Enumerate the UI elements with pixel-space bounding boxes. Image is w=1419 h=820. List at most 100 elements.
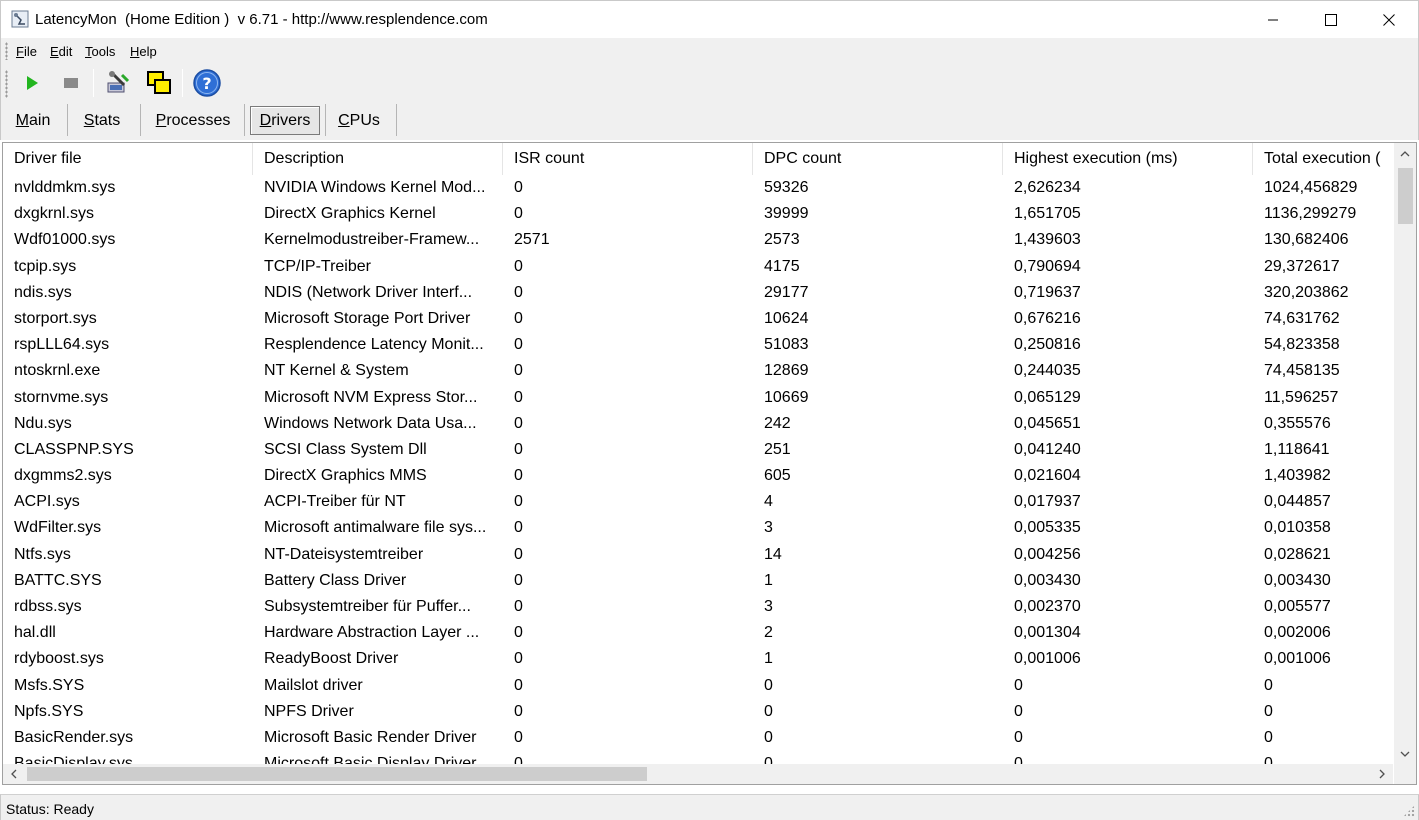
column-header-description[interactable]: Description [253, 143, 503, 175]
tab-processes-mnemonic: P [155, 111, 167, 129]
cell-description: NT Kernel & System [264, 362, 409, 380]
table-row[interactable]: tcpip.sys TCP/IP-Treiber 0 4175 0,790694 29,3… [3, 254, 1393, 280]
cell-dpc-count: 12869 [764, 362, 809, 380]
close-button[interactable] [1360, 1, 1418, 39]
table-row[interactable]: Ndu.sys Windows Network Data Usa... 0 242 0,… [3, 411, 1393, 437]
table-row[interactable]: WdFilter.sys Microsoft antimalware file s… [3, 515, 1393, 541]
table-row[interactable]: rdbss.sys Subsystemtreiber für Puffer... 0… [3, 594, 1393, 620]
scroll-left-button[interactable] [3, 764, 25, 784]
cell-highest-execution: 0 [1014, 676, 1023, 694]
table-row[interactable]: Npfs.SYS NPFS Driver 0 0 0 0 [3, 699, 1393, 725]
table-row[interactable]: storport.sys Microsoft Storage Port Drive… [3, 306, 1393, 332]
tab-stats-label: tats [94, 111, 121, 129]
cell-driver-file: WdFilter.sys [14, 519, 102, 537]
vertical-scroll-thumb[interactable] [1398, 168, 1413, 224]
driver-tools-icon [107, 71, 130, 93]
table-row[interactable]: Ntfs.sys NT-Dateisystemtreiber 0 14 0,004256… [3, 542, 1393, 568]
cell-description: DirectX Graphics Kernel [264, 205, 436, 223]
table-row[interactable]: BATTC.SYS Battery Class Driver 0 1 0,003430 0… [3, 568, 1393, 594]
table-row[interactable]: Wdf01000.sys Kernelmodustreiber-Framew...… [3, 227, 1393, 253]
cell-total-execution: 0,002006 [1264, 624, 1331, 642]
table-row[interactable]: stornvme.sys Microsoft NVM Express Stor..… [3, 385, 1393, 411]
tab-stats[interactable]: Stats [71, 106, 133, 135]
minimize-button[interactable] [1244, 1, 1302, 39]
menu-help[interactable]: Help [130, 44, 157, 59]
cell-driver-file: ACPI.sys [14, 493, 80, 511]
menu-file[interactable]: File [16, 44, 37, 59]
tab-cpus[interactable]: C PUs [329, 106, 389, 135]
cell-driver-file: Ndu.sys [14, 414, 72, 432]
table-row[interactable]: rdyboost.sys ReadyBoost Driver 0 1 0,001006 0… [3, 646, 1393, 672]
cell-driver-file: storport.sys [14, 309, 97, 327]
cell-total-execution: 1,403982 [1264, 467, 1331, 485]
table-row[interactable]: BasicDisplay.sys Microsoft Basic Display … [3, 751, 1393, 765]
tab-drivers[interactable]: Drivers [250, 106, 320, 135]
cell-description: DirectX Graphics MMS [264, 467, 427, 485]
cell-total-execution: 0,010358 [1264, 519, 1331, 537]
table-row[interactable]: hal.dll Hardware Abstraction Layer ... 0 2 0… [3, 620, 1393, 646]
cell-total-execution: 0,005577 [1264, 598, 1331, 615]
scroll-up-button[interactable] [1394, 143, 1416, 165]
maximize-icon [1325, 14, 1337, 26]
cell-description: Microsoft NVM Express Stor... [264, 388, 478, 406]
menu-edit[interactable]: Edit [50, 44, 72, 59]
cell-isr-count: 0 [514, 598, 523, 615]
table-row[interactable]: ACPI.sys ACPI-Treiber für NT 0 4 0,017937 0,0… [3, 489, 1393, 515]
cell-isr-count: 0 [514, 728, 523, 746]
table-row[interactable]: dxgkrnl.sys DirectX Graphics Kernel 0 39999… [3, 201, 1393, 227]
driver-tools-button[interactable] [103, 68, 133, 98]
column-header-highest-execution[interactable]: Highest execution (ms) [1003, 143, 1253, 175]
tab-main[interactable]: Main [3, 106, 63, 135]
table-row[interactable]: ndis.sys NDIS (Network Driver Interf... 0 2… [3, 280, 1393, 306]
cell-driver-file: CLASSPNP.SYS [14, 440, 134, 458]
column-header-driver-file[interactable]: Driver file [3, 143, 253, 175]
cell-total-execution: 0,355576 [1264, 414, 1331, 432]
cell-driver-file: stornvme.sys [14, 388, 109, 406]
scroll-right-button[interactable] [1371, 764, 1393, 784]
table-row[interactable]: Msfs.SYS Mailslot driver 0 0 0 0 [3, 673, 1393, 699]
vertical-scrollbar[interactable] [1394, 143, 1416, 765]
cell-highest-execution: 0,045651 [1014, 414, 1081, 432]
cell-total-execution: 0 [1264, 702, 1273, 720]
tab-cpus-label: PUs [349, 111, 380, 129]
column-header-isr-count[interactable]: ISR count [503, 143, 753, 175]
table-row[interactable]: ntoskrnl.exe NT Kernel & System 0 12869 0,24… [3, 358, 1393, 384]
start-icon [27, 76, 38, 90]
cell-total-execution: 0,001006 [1264, 650, 1331, 668]
resize-grip[interactable] [1403, 805, 1415, 817]
table-row[interactable]: BasicRender.sys Microsoft Basic Render Dr… [3, 725, 1393, 751]
horizontal-scrollbar[interactable] [3, 764, 1393, 784]
stop-icon [64, 78, 78, 88]
column-header-dpc-count[interactable]: DPC count [753, 143, 1003, 175]
maximize-button[interactable] [1302, 1, 1360, 39]
horizontal-scroll-thumb[interactable] [27, 767, 647, 781]
cell-total-execution: 74,458135 [1264, 362, 1340, 380]
stop-button[interactable] [56, 68, 86, 98]
cell-total-execution: 11,596257 [1264, 388, 1339, 406]
cell-highest-execution: 0,003430 [1014, 571, 1081, 589]
cell-highest-execution: 0,004256 [1014, 545, 1081, 563]
scroll-down-button[interactable] [1394, 743, 1416, 765]
cell-dpc-count: 2 [764, 624, 773, 642]
cell-isr-count: 0 [514, 257, 523, 275]
cell-description: Battery Class Driver [264, 571, 407, 589]
table-row[interactable]: dxgmms2.sys DirectX Graphics MMS 0 605 0,021… [3, 463, 1393, 489]
windows-button[interactable] [144, 68, 174, 98]
toolbar: ? [0, 64, 1419, 102]
table-row[interactable]: CLASSPNP.SYS SCSI Class System Dll 0 251 0,0… [3, 437, 1393, 463]
chevron-down-icon [1400, 751, 1410, 757]
start-button[interactable] [17, 68, 47, 98]
cell-description: Windows Network Data Usa... [264, 414, 477, 432]
cell-driver-file: BATTC.SYS [14, 571, 102, 589]
help-button[interactable]: ? [192, 68, 222, 98]
tab-main-mnemonic: M [15, 111, 29, 129]
tab-separator [67, 104, 68, 136]
table-row[interactable]: nvlddmkm.sys NVIDIA Windows Kernel Mod...… [3, 175, 1393, 201]
table-row[interactable]: rspLLL64.sys Resplendence Latency Monit..… [3, 332, 1393, 358]
column-header-total-execution[interactable]: Total execution ( [1253, 143, 1393, 175]
menu-tools[interactable]: Tools [85, 44, 115, 59]
drivers-list[interactable]: Driver file Description ISR count DPC co… [2, 142, 1417, 785]
cell-driver-file: rdyboost.sys [14, 650, 104, 668]
cell-description: ReadyBoost Driver [264, 650, 399, 668]
tab-processes[interactable]: Processes [146, 106, 240, 135]
